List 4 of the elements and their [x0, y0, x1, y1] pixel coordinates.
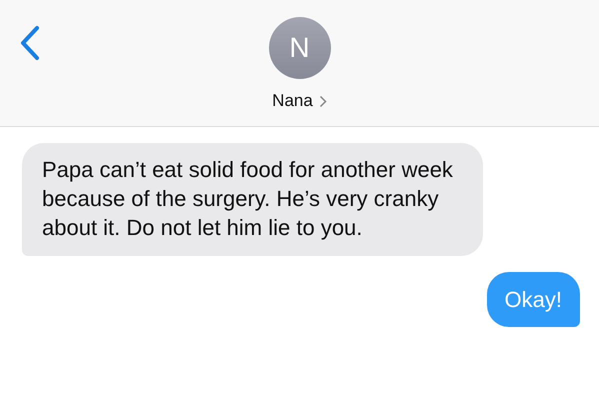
chevron-icon — [318, 94, 327, 108]
contact-name[interactable]: Nana — [272, 91, 327, 111]
message-bubble: Papa can’t eat solid food for another week because of the surgery. He’s very cranky about it. Do not let him lie to you. — [22, 143, 483, 256]
message-bubble: Okay! — [486, 272, 580, 327]
